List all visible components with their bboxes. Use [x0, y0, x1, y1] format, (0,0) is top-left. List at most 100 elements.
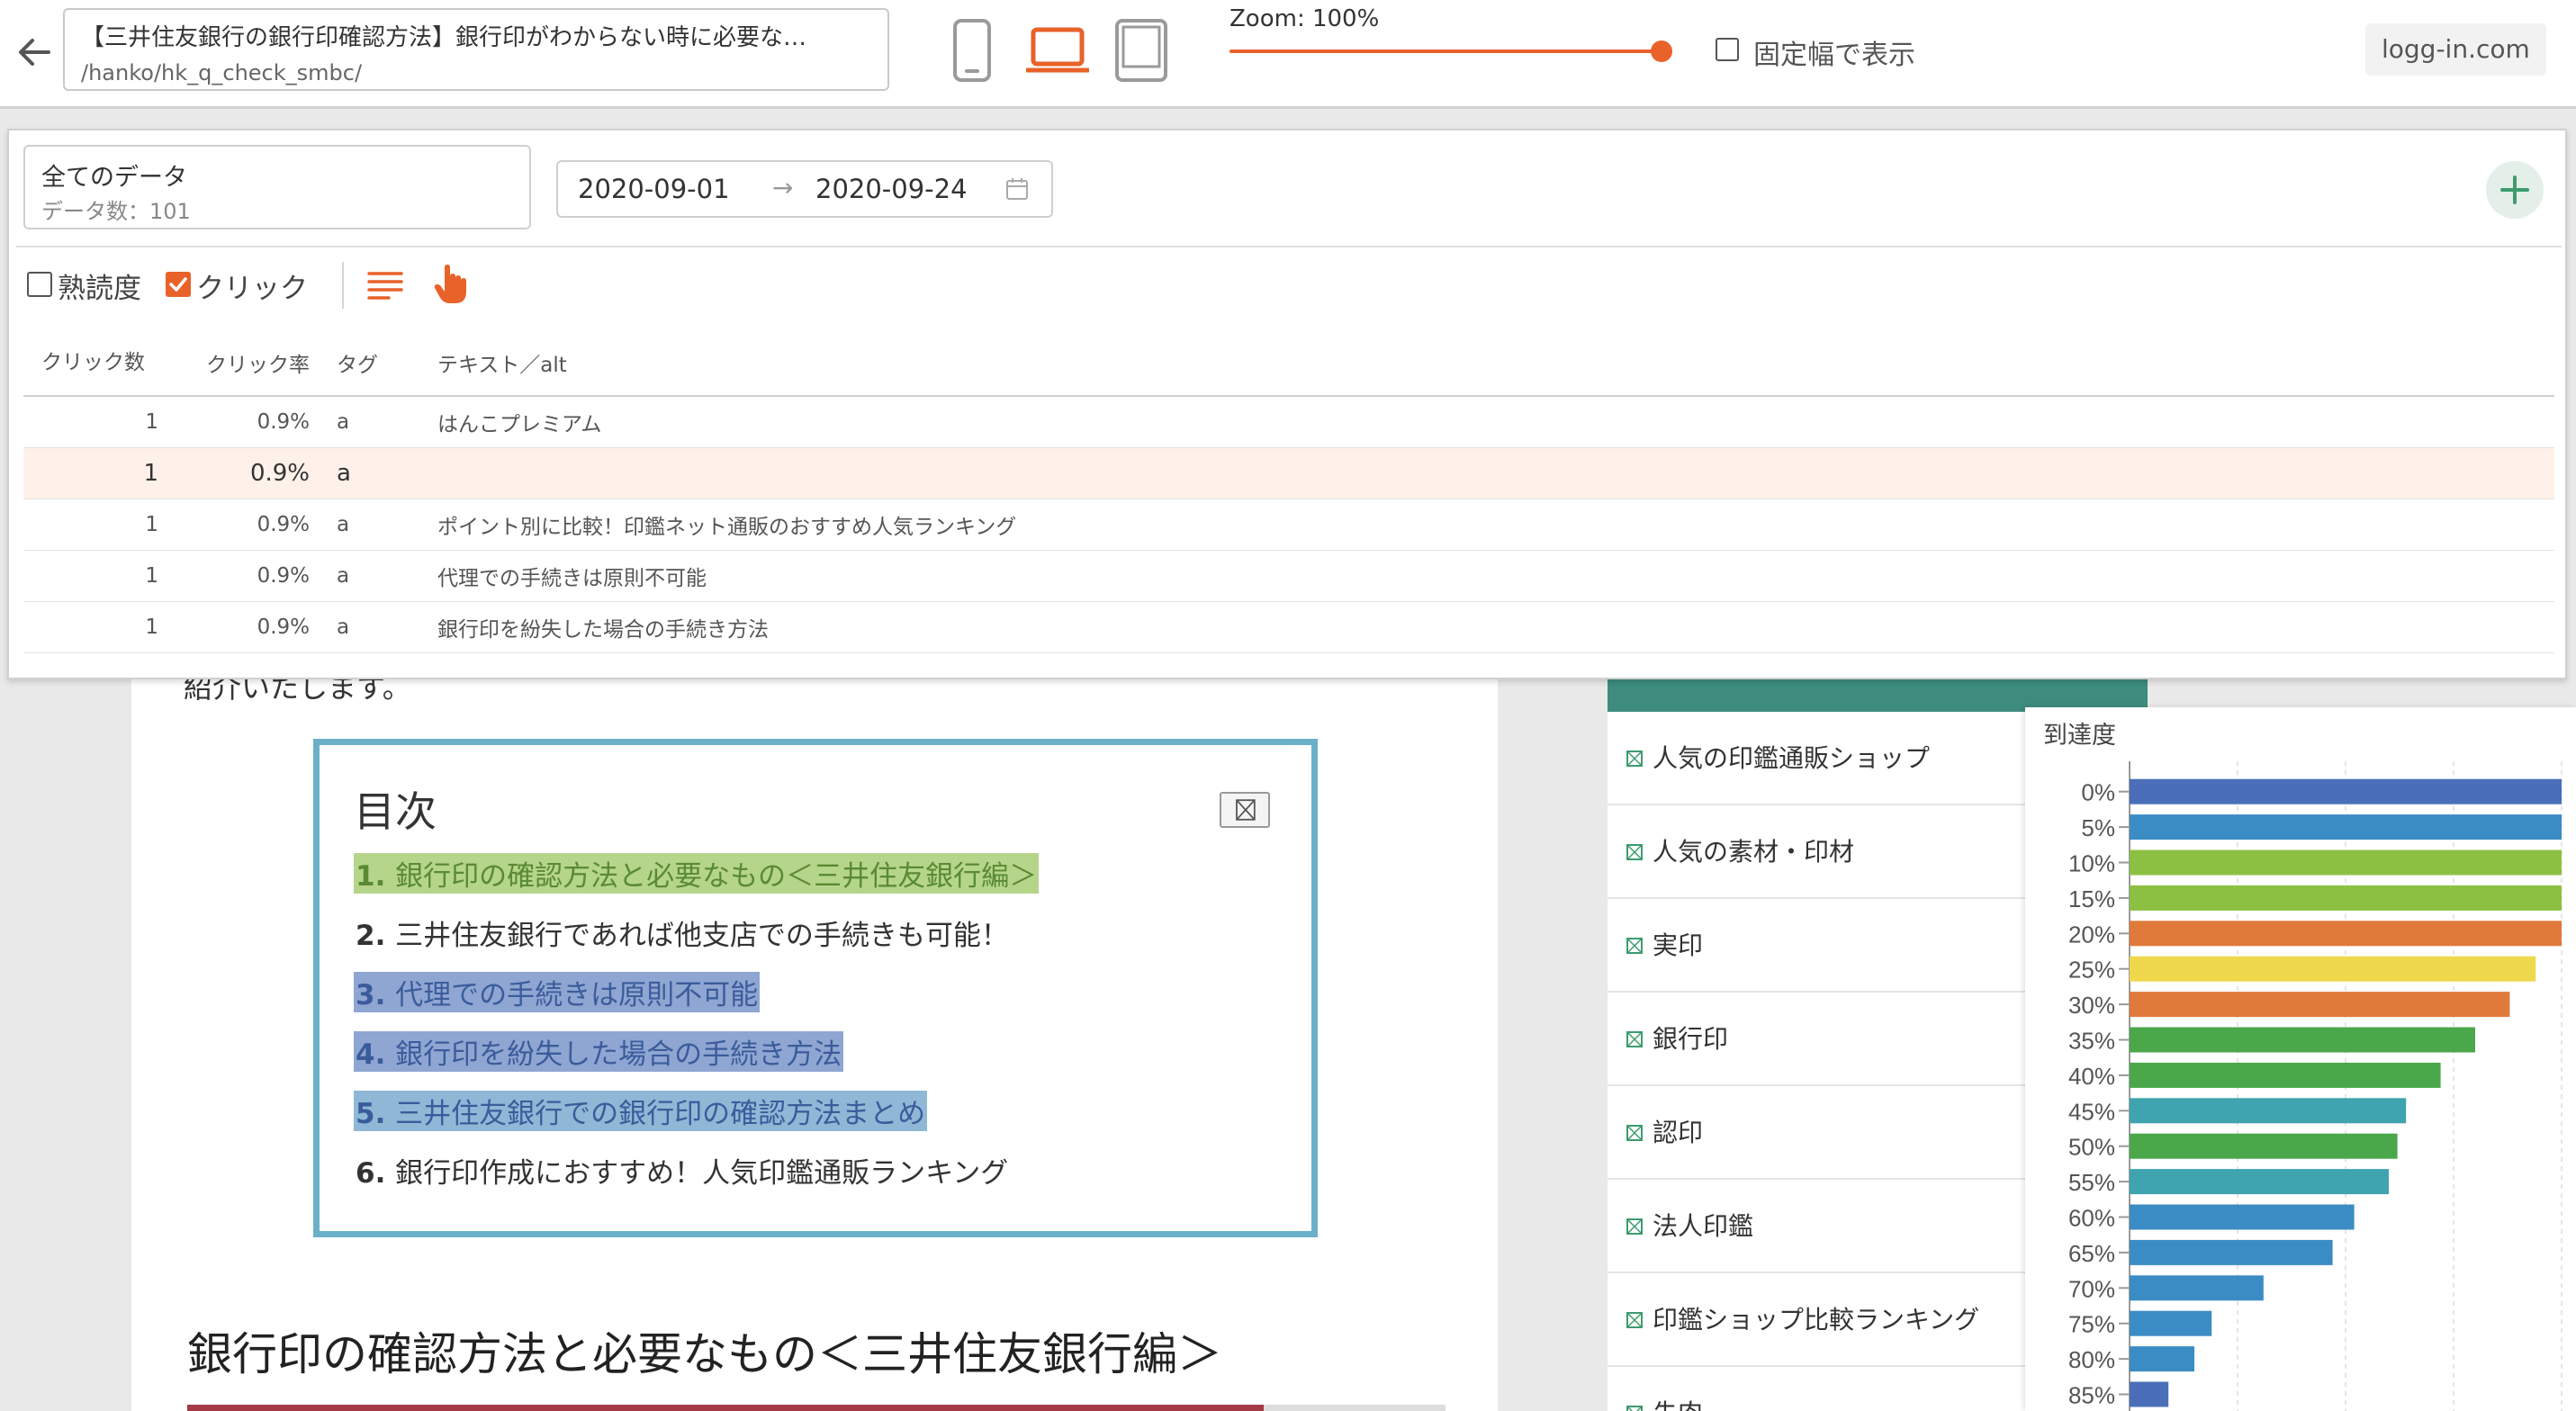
sidebar-link-label: 銀行印 — [1653, 1024, 1729, 1054]
reach-bar[interactable] — [2130, 1381, 2169, 1407]
sidebar-link-label: 朱肉 — [1653, 1394, 1703, 1411]
toc-item[interactable]: 4. 銀行印を紛失した場合の手続き方法 — [354, 1031, 844, 1072]
reach-tick-label: 5% — [2081, 814, 2115, 841]
page-path: /hanko/hk_q_check_smbc/ — [81, 60, 363, 85]
column-header[interactable]: タグ — [310, 330, 427, 397]
element-text: 銀行印を紛失した場合の手続き方法 — [427, 601, 2554, 653]
dataset-selector[interactable]: 全てのデータ データ数：101 — [23, 145, 531, 229]
reach-tick-label: 85% — [2068, 1382, 2115, 1409]
reach-bar[interactable] — [2130, 956, 2536, 982]
reach-bar[interactable] — [2130, 1204, 2355, 1230]
pointer-hand-icon[interactable] — [432, 264, 468, 305]
reach-bar[interactable] — [2130, 1169, 2389, 1195]
reach-bar[interactable] — [2130, 921, 2562, 947]
smartphone-icon[interactable] — [952, 18, 992, 83]
list-view-icon[interactable] — [367, 269, 403, 301]
toc-item-number: 5. — [356, 1098, 386, 1130]
read-depth-label: 熟読度 — [58, 273, 141, 305]
click-checkbox[interactable] — [166, 272, 191, 297]
reach-bar[interactable] — [2130, 1027, 2475, 1053]
toc-item[interactable]: 6. 銀行印作成におすすめ！人気印鑑通販ランキング — [354, 1150, 1010, 1191]
calendar-icon — [1006, 178, 1028, 200]
reach-tick-label: 0% — [2081, 779, 2115, 806]
table-header-row: クリック数 クリック率 タグ テキスト／alt — [23, 330, 2554, 397]
reach-chart: 到達度 0% 5% 10% 15% 20% 25% 30% 35% 40% 45% 50% 55% 60… — [2043, 722, 2562, 1411]
reach-tick-label: 35% — [2068, 1028, 2115, 1055]
toc-toggle-icon[interactable] — [1220, 792, 1270, 828]
broken-image-icon — [1626, 1218, 1643, 1235]
column-header[interactable]: クリック数 — [23, 330, 158, 397]
element-text: ポイント別に比較！印鑑ネット通販のおすすめ人気ランキング — [427, 499, 2554, 551]
reach-tick-label: 10% — [2068, 850, 2115, 877]
add-icon[interactable] — [2486, 161, 2544, 219]
reach-tick-label: 20% — [2068, 921, 2115, 948]
broken-image-icon — [1626, 938, 1643, 954]
reach-chart-title: 到達度 — [2043, 722, 2116, 749]
page-preview-article: 紹介いたします。 目次 1. 銀行印の確認方法と必要なもの＜三井住友銀行編＞ 2… — [131, 679, 1498, 1411]
reach-bar[interactable] — [2130, 1275, 2264, 1301]
reach-bar[interactable] — [2130, 814, 2562, 840]
reach-bar[interactable] — [2130, 992, 2510, 1018]
reach-bar[interactable] — [2130, 1239, 2333, 1265]
click-analysis-panel: 全てのデータ データ数：101 2020-09-01 → 2020-09-24 … — [7, 129, 2567, 679]
sidebar-link-label: 認印 — [1653, 1118, 1704, 1147]
site-domain-button[interactable]: logg-in.com — [2365, 23, 2546, 76]
article-text: 紹介いたします。 — [184, 679, 411, 705]
reach-bar[interactable] — [2130, 1062, 2441, 1088]
sidebar-link-label: 印鑑ショップ比較ランキング — [1653, 1305, 1980, 1335]
broken-image-icon — [1626, 1125, 1643, 1141]
sidebar-link-label: 人気の素材・印材 — [1653, 837, 1855, 867]
heading-underline-accent — [187, 1405, 1264, 1411]
table-row[interactable]: 1 0.9% a 代理での手続きは原則不可能 — [23, 550, 2554, 602]
reach-bar[interactable] — [2130, 1346, 2194, 1372]
toc-item[interactable]: 2. 三井住友銀行であれば他支店での手続きも可能！ — [354, 912, 1011, 953]
reach-tick-label: 60% — [2068, 1205, 2115, 1232]
element-tag: a — [310, 396, 427, 448]
reach-bar[interactable] — [2130, 885, 2562, 911]
reach-tick-label: 65% — [2068, 1240, 2115, 1267]
read-depth-checkbox[interactable] — [27, 272, 52, 297]
reach-bar[interactable] — [2130, 778, 2562, 804]
tablet-icon[interactable] — [1114, 18, 1168, 83]
toc-item-number: 6. — [356, 1157, 386, 1190]
date-range-picker[interactable]: 2020-09-01 → 2020-09-24 — [556, 160, 1053, 218]
toc-title: 目次 — [354, 787, 437, 836]
click-count: 1 — [23, 396, 158, 448]
back-arrow-icon[interactable] — [13, 31, 56, 74]
click-count: 1 — [23, 601, 158, 653]
reach-bar[interactable] — [2130, 849, 2562, 876]
article-heading: 銀行印の確認方法と必要なもの＜三井住友銀行編＞ — [187, 1328, 1222, 1380]
table-row[interactable]: 1 0.9% a — [23, 447, 2554, 499]
column-header[interactable]: クリック率 — [158, 330, 310, 397]
click-count: 1 — [23, 550, 158, 602]
toc-item[interactable]: 1. 銀行印の確認方法と必要なもの＜三井住友銀行編＞ — [354, 853, 1040, 894]
reach-tick-label: 15% — [2068, 885, 2115, 912]
page-selector[interactable]: 【三井住友銀行の銀行印確認方法】銀行印がわからない時に必要な… /hanko/h… — [63, 8, 889, 91]
broken-image-icon — [1626, 844, 1643, 860]
reach-tick-label: 30% — [2068, 992, 2115, 1019]
reach-chart-tick-labels: 0% 5% 10% 15% 20% 25% 30% 35% 40% 45% 50% 55% 60% 65%… — [2068, 779, 2130, 1409]
fixed-width-checkbox[interactable] — [1716, 38, 1739, 61]
heading-underline — [187, 1405, 1446, 1411]
click-rate: 0.9% — [158, 601, 310, 653]
reach-bar[interactable] — [2130, 1133, 2398, 1159]
dataset-label: 全てのデータ — [41, 164, 187, 192]
reach-bar[interactable] — [2130, 1310, 2212, 1336]
click-count: 1 — [23, 447, 158, 499]
laptop-icon[interactable] — [1026, 27, 1089, 74]
date-arrow-icon: → — [772, 173, 794, 202]
zoom-slider-track[interactable] — [1229, 49, 1665, 53]
toc-item-text: 三井住友銀行であれば他支店での手続きも可能！ — [395, 920, 1009, 952]
table-row[interactable]: 1 0.9% a ポイント別に比較！印鑑ネット通販のおすすめ人気ランキング — [23, 499, 2554, 551]
click-rate: 0.9% — [158, 550, 310, 602]
fixed-width-label: 固定幅で表示 — [1753, 40, 1915, 71]
toc-item-text: 三井住友銀行での銀行印の確認方法まとめ — [395, 1098, 926, 1130]
toc-item[interactable]: 5. 三井住友銀行での銀行印の確認方法まとめ — [354, 1091, 928, 1131]
reach-bar[interactable] — [2130, 1098, 2407, 1124]
toc-item[interactable]: 3. 代理での手続きは原則不可能 — [354, 972, 761, 1012]
table-row[interactable]: 1 0.9% a はんこプレミアム — [23, 396, 2554, 448]
table-row[interactable]: 1 0.9% a 銀行印を紛失した場合の手続き方法 — [23, 601, 2554, 653]
column-header[interactable]: テキスト／alt — [427, 330, 2554, 397]
sidebar-link-label: 人気の印鑑通販ショップ — [1653, 743, 1931, 773]
zoom-slider-knob[interactable] — [1651, 40, 1672, 62]
